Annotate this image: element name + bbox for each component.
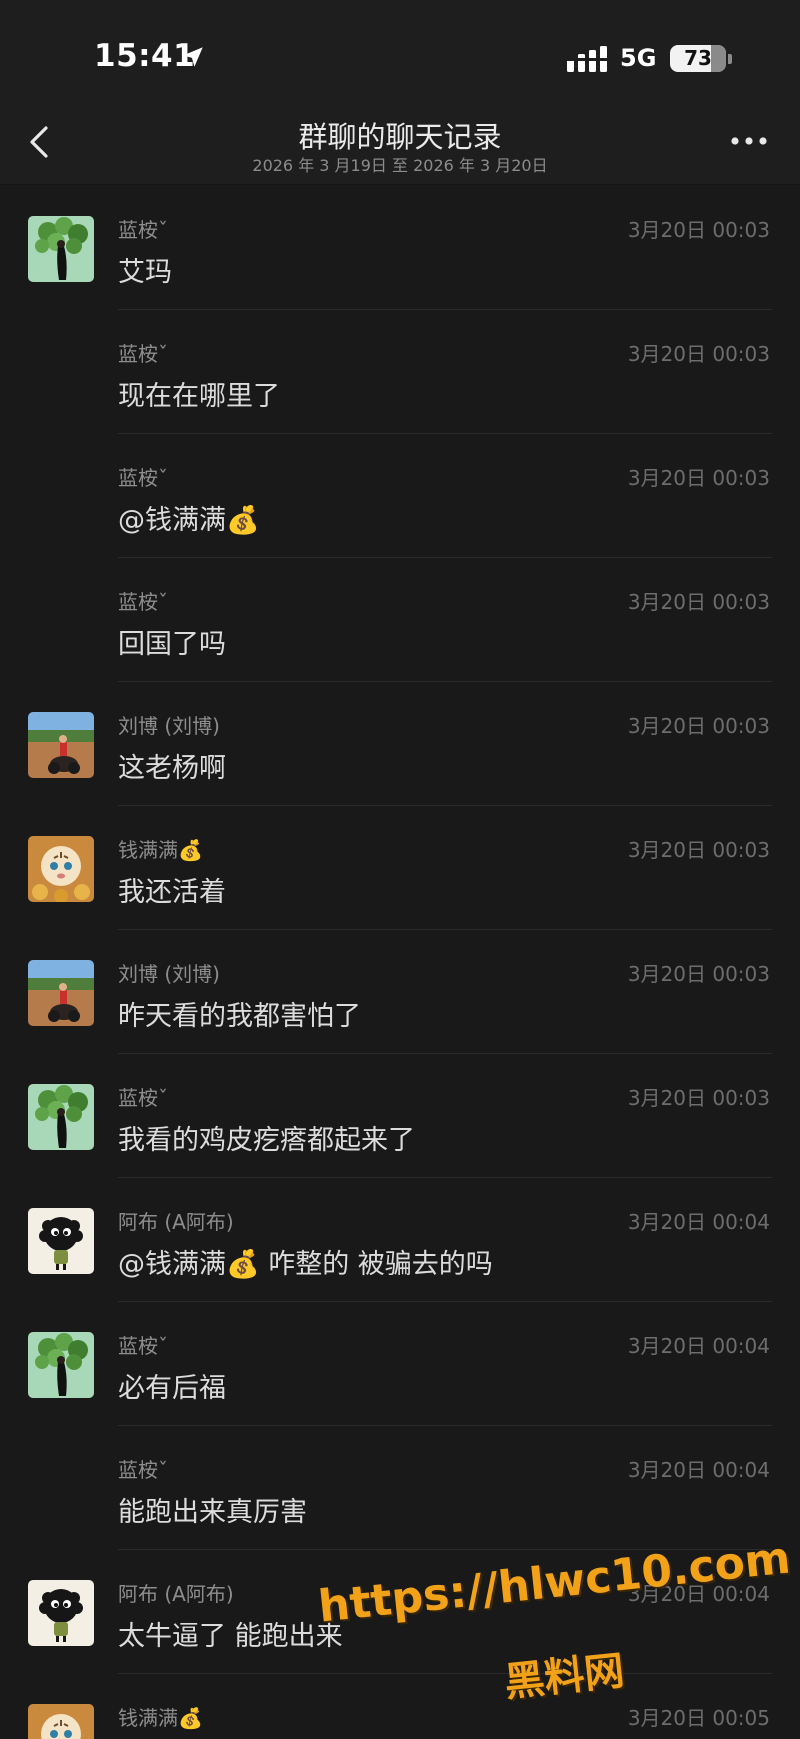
message-sender: 蓝桉ˇ xyxy=(118,1458,168,1482)
message-text: @钱满满💰 xyxy=(118,505,260,536)
message-time: 3月20日 00:04 xyxy=(627,1210,770,1234)
plant-avatar[interactable] xyxy=(28,1084,94,1150)
fuzzball-avatar[interactable] xyxy=(28,1580,94,1646)
message-text: 必有后福 xyxy=(118,1373,226,1404)
message-item[interactable]: 蓝桉ˇ 3月20日 00:04 能跑出来真厉害 xyxy=(0,1426,800,1550)
plant-avatar[interactable] xyxy=(28,1332,94,1398)
message-item[interactable]: 蓝桉ˇ 3月20日 00:03 艾玛 xyxy=(0,186,800,310)
message-list[interactable]: 蓝桉ˇ 3月20日 00:03 艾玛 蓝桉ˇ 3月20日 00:03 现在在哪里了 蓝桉ˇ 3… xyxy=(0,186,800,1739)
message-text: 艾玛 xyxy=(118,257,172,288)
message-time: 3月20日 00:03 xyxy=(627,342,770,366)
tiger-avatar[interactable] xyxy=(28,1704,94,1739)
message-item[interactable]: 蓝桉ˇ 3月20日 00:04 必有后福 xyxy=(0,1302,800,1426)
message-time: 3月20日 00:03 xyxy=(627,590,770,614)
chat-history-screen: 15:41 5G 73 群聊的聊天记录 2026 年 3 月19日 至 2026… xyxy=(0,0,800,1739)
network-label: 5G xyxy=(620,44,657,72)
message-time: 3月20日 00:03 xyxy=(627,962,770,986)
fuzzball-avatar[interactable] xyxy=(28,1208,94,1274)
nav-bar: 群聊的聊天记录 2026 年 3 月19日 至 2026 年 3 月20日 xyxy=(0,100,800,185)
plant-avatar[interactable] xyxy=(28,216,94,282)
message-text: 昨天看的我都害怕了 xyxy=(118,1001,361,1032)
message-time: 3月20日 00:03 xyxy=(627,218,770,242)
message-time: 3月20日 00:04 xyxy=(627,1334,770,1358)
status-bar: 15:41 5G 73 xyxy=(0,0,800,100)
message-sender: 蓝桉ˇ xyxy=(118,466,168,490)
message-time: 3月20日 00:03 xyxy=(627,466,770,490)
tiger-avatar[interactable] xyxy=(28,836,94,902)
message-time: 3月20日 00:05 xyxy=(627,1706,770,1730)
message-time: 3月20日 00:03 xyxy=(627,1086,770,1110)
battery-icon: 73 xyxy=(670,45,726,72)
message-text: 回国了吗 xyxy=(118,629,226,660)
message-text: @钱满满💰 咋整的 被骗去的吗 xyxy=(118,1249,493,1280)
message-item[interactable]: 蓝桉ˇ 3月20日 00:03 回国了吗 xyxy=(0,558,800,682)
message-item[interactable]: 钱满满💰 3月20日 00:03 我还活着 xyxy=(0,806,800,930)
message-time: 3月20日 00:04 xyxy=(627,1458,770,1482)
message-text: 我看的鸡皮疙瘩都起来了 xyxy=(118,1125,415,1156)
message-time: 3月20日 00:03 xyxy=(627,714,770,738)
message-text: 太牛逼了 能跑出来 xyxy=(118,1621,343,1652)
message-item[interactable]: 钱满满💰 3月20日 00:05 xyxy=(0,1674,800,1739)
message-sender: 钱满满💰 xyxy=(118,1706,203,1730)
rider-avatar[interactable] xyxy=(28,960,94,1026)
date-range-subtitle: 2026 年 3 月19日 至 2026 年 3 月20日 xyxy=(252,156,548,175)
message-item[interactable]: 蓝桉ˇ 3月20日 00:03 @钱满满💰 xyxy=(0,434,800,558)
message-text: 能跑出来真厉害 xyxy=(118,1497,307,1528)
message-sender: 刘博 (刘博) xyxy=(118,962,220,986)
message-item[interactable]: 刘博 (刘博) 3月20日 00:03 昨天看的我都害怕了 xyxy=(0,930,800,1054)
message-text: 这老杨啊 xyxy=(118,753,226,784)
message-sender: 蓝桉ˇ xyxy=(118,1334,168,1358)
message-item[interactable]: 阿布 (A阿布) 3月20日 00:04 @钱满满💰 咋整的 被骗去的吗 xyxy=(0,1178,800,1302)
message-text: 现在在哪里了 xyxy=(118,381,280,412)
message-sender: 阿布 (A阿布) xyxy=(118,1582,234,1606)
message-text: 我还活着 xyxy=(118,877,226,908)
message-sender: 阿布 (A阿布) xyxy=(118,1210,234,1234)
message-sender: 钱满满💰 xyxy=(118,838,203,862)
message-sender: 刘博 (刘博) xyxy=(118,714,220,738)
message-sender: 蓝桉ˇ xyxy=(118,1086,168,1110)
message-sender: 蓝桉ˇ xyxy=(118,590,168,614)
message-item[interactable]: 阿布 (A阿布) 3月20日 00:04 太牛逼了 能跑出来 xyxy=(0,1550,800,1674)
battery-tip xyxy=(728,54,732,64)
message-sender: 蓝桉ˇ xyxy=(118,342,168,366)
page-title: 群聊的聊天记录 xyxy=(298,120,502,154)
message-time: 3月20日 00:04 xyxy=(627,1582,770,1606)
location-arrow-icon xyxy=(183,47,203,67)
rider-avatar[interactable] xyxy=(28,712,94,778)
message-item[interactable]: 刘博 (刘博) 3月20日 00:03 这老杨啊 xyxy=(0,682,800,806)
message-sender: 蓝桉ˇ xyxy=(118,218,168,242)
battery-percent: 73 xyxy=(684,46,712,70)
message-item[interactable]: 蓝桉ˇ 3月20日 00:03 我看的鸡皮疙瘩都起来了 xyxy=(0,1054,800,1178)
more-dots-icon[interactable] xyxy=(727,126,771,156)
cellular-signal-icon xyxy=(567,46,607,72)
message-time: 3月20日 00:03 xyxy=(627,838,770,862)
message-item[interactable]: 蓝桉ˇ 3月20日 00:03 现在在哪里了 xyxy=(0,310,800,434)
